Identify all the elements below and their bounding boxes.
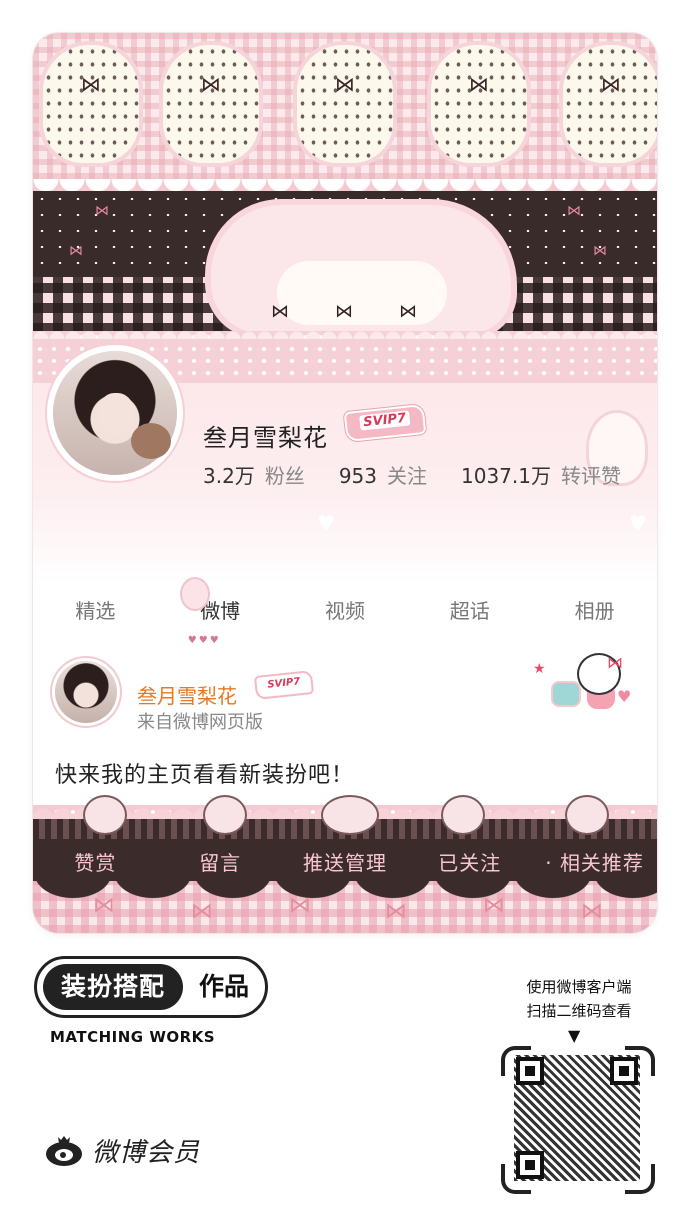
tab-video[interactable]: 视频 <box>283 589 408 633</box>
qr-finder-pattern <box>516 1151 544 1179</box>
scan-instructions: 使用微博客户端 扫描二维码查看 <box>500 975 658 1023</box>
matching-works-label: MATCHING WORKS <box>50 1028 216 1046</box>
bow-icon: ⋈ <box>191 899 213 924</box>
bow-icon: ⋈ <box>483 893 505 918</box>
bow-icon: ⋈ <box>581 899 603 924</box>
banner-cloud-illustration <box>211 205 511 333</box>
tab-decoration-icon <box>181 579 208 609</box>
bow-icon: ⋈ <box>567 203 581 219</box>
house-charm-icon <box>443 797 483 833</box>
post-author[interactable]: 叁月雪梨花 <box>137 680 237 709</box>
banner-lace-panel: ⋈ <box>43 45 139 163</box>
footer-scallop <box>33 873 657 899</box>
followers-stat[interactable]: 3.2万 粉丝 <box>203 460 305 489</box>
following-label: 关注 <box>387 464 427 488</box>
arrow-down-icon: ▼ <box>568 1026 581 1045</box>
bow-icon: ⋈ <box>593 243 607 259</box>
heart-icon: ♥♥♥ <box>187 635 221 646</box>
likes-label: 转评赞 <box>560 464 621 488</box>
heart-charm-icon <box>567 797 607 833</box>
scan-line-1: 使用微博客户端 <box>526 978 632 996</box>
avatar[interactable] <box>53 351 177 475</box>
following-stat[interactable]: 953 关注 <box>339 460 427 489</box>
post-avatar[interactable] <box>55 661 117 723</box>
qr-finder-pattern <box>516 1057 544 1085</box>
tab-super-topic[interactable]: 超话 <box>407 589 532 633</box>
weibo-logo-icon <box>46 1136 82 1166</box>
brand-text: 微博会员 <box>92 1137 201 1168</box>
banner-lace-edge <box>33 325 657 339</box>
bow-icon: ⋈ <box>201 72 221 96</box>
bow-icon: ⋈ <box>81 72 101 96</box>
tab-weibo[interactable]: ♥♥♥ 微博 <box>158 579 283 646</box>
push-settings-button[interactable]: 推送管理 <box>283 847 408 876</box>
bow-icon: ⋈ <box>95 203 109 219</box>
star-icon: ★ <box>533 661 546 677</box>
matching-works-badge: 装扮搭配 作品 <box>34 956 268 1018</box>
tab-album[interactable]: 相册 <box>532 589 657 633</box>
bow-icon: ⋈ <box>385 899 407 924</box>
sheep-charm-icon <box>323 797 377 833</box>
post-svip-badge[interactable]: SVIP7 <box>256 672 312 698</box>
following-count: 953 <box>338 464 377 488</box>
profile-tabs: 精选 ♥♥♥ 微博 视频 超话 相册 <box>33 579 657 646</box>
reward-button[interactable]: 赞赏 <box>33 847 158 876</box>
followers-label: 粉丝 <box>264 464 305 488</box>
followers-count: 3.2万 <box>203 464 255 488</box>
svip-badge-label: SVIP7 <box>358 410 411 431</box>
bow-icon: ⋈ <box>335 301 353 322</box>
tab-featured[interactable]: 精选 <box>33 589 158 633</box>
banner-lace-panel: ⋈ <box>297 45 393 163</box>
profile-stats: 3.2万 粉丝 953 关注 1037.1万 转评赞 <box>203 460 621 489</box>
bow-icon: ⋈ <box>93 893 115 918</box>
weibo-vip-logo: 微博会员 <box>44 1130 200 1170</box>
comment-button[interactable]: 留言 <box>158 847 283 876</box>
banner-lace-panel: ⋈ <box>163 45 259 163</box>
banner-lace-panel: ⋈ <box>563 45 657 163</box>
bow-icon: ⋈ <box>335 72 355 96</box>
username: 叁月雪梨花 <box>203 424 328 452</box>
badge-title: 装扮搭配 <box>43 964 183 1010</box>
coin-charm-icon <box>85 797 125 833</box>
profile-card: ⋈ ⋈ ⋈ ⋈ ⋈ ⋈ ⋈ ⋈ ⋈ ⋈ ⋈ ⋈ ♥ ♥ 叁月雪梨花 SVIP7 … <box>33 33 657 933</box>
bow-icon: ⋈ <box>469 72 489 96</box>
bow-icon: ⋈ <box>289 893 311 918</box>
following-button[interactable]: 已关注 <box>407 847 532 876</box>
bow-icon: ⋈ <box>607 653 623 672</box>
qr-finder-pattern <box>610 1057 638 1085</box>
scan-line-2: 扫描二维码查看 <box>526 1002 632 1020</box>
likes-count: 1037.1万 <box>461 464 551 488</box>
heart-icon: ♥ <box>617 687 632 706</box>
bow-icon: ⋈ <box>601 72 621 96</box>
bow-icon: ⋈ <box>69 243 83 259</box>
badge-subtitle: 作品 <box>198 972 249 1001</box>
likes-stat[interactable]: 1037.1万 转评赞 <box>461 460 621 489</box>
bow-icon: ⋈ <box>271 301 289 322</box>
post-source: 来自微博网页版 <box>137 712 263 733</box>
cloud-charm-icon <box>205 797 245 833</box>
gift-box-icon <box>553 683 579 705</box>
heart-icon: ♥ <box>629 511 647 535</box>
heart-icon: ♥ <box>317 511 335 535</box>
banner-lace-panel: ⋈ <box>431 45 527 163</box>
bow-icon: ⋈ <box>399 301 417 322</box>
post-text: 快来我的主页看看新装扮吧！ <box>55 763 355 788</box>
related-recommend-button[interactable]: 相关推荐 <box>532 847 657 876</box>
